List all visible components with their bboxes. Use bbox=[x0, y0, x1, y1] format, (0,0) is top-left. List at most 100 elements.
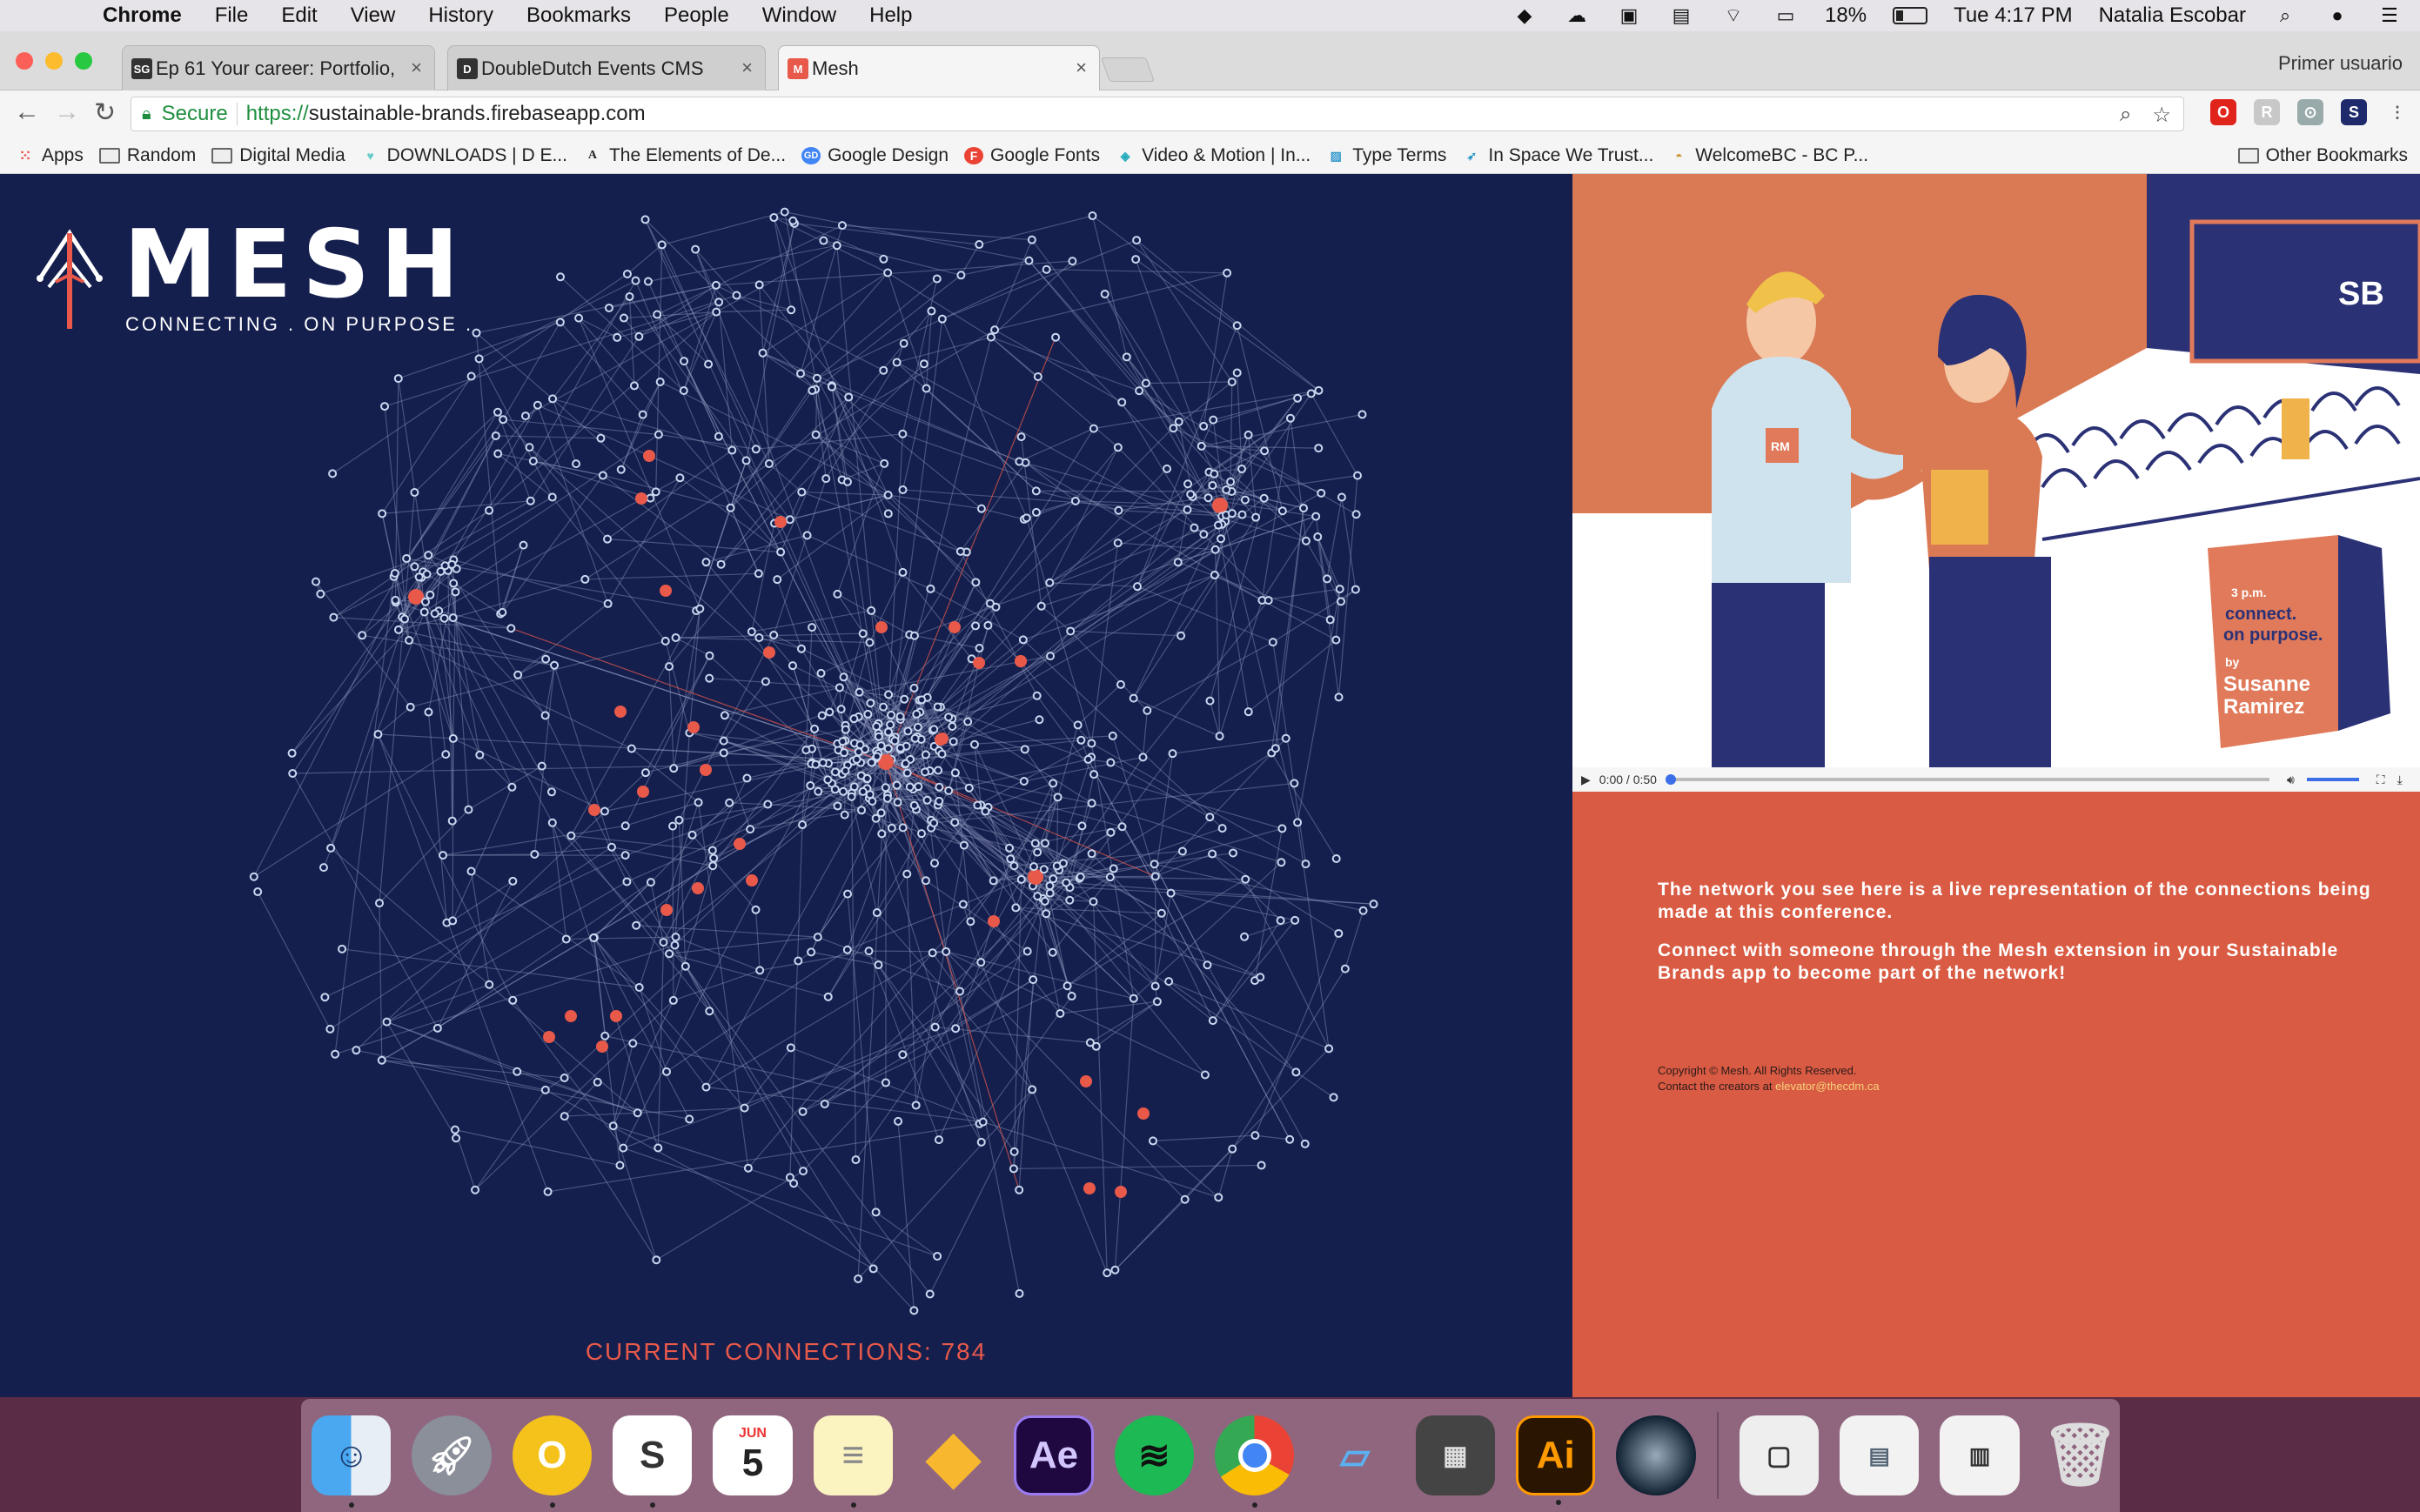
network-node[interactable] bbox=[1237, 510, 1247, 519]
network-node[interactable] bbox=[867, 605, 876, 615]
network-node[interactable] bbox=[1250, 1131, 1260, 1141]
network-node[interactable] bbox=[909, 800, 919, 810]
network-node[interactable] bbox=[922, 795, 932, 805]
network-node[interactable] bbox=[758, 348, 768, 358]
network-node[interactable] bbox=[329, 612, 339, 622]
network-node[interactable] bbox=[651, 487, 660, 497]
profile-name[interactable]: Primer usuario bbox=[2278, 52, 2403, 75]
network-node[interactable] bbox=[619, 313, 628, 323]
network-node[interactable] bbox=[1180, 1194, 1190, 1204]
network-node[interactable] bbox=[1076, 735, 1086, 745]
network-node[interactable] bbox=[1209, 415, 1218, 425]
network-node[interactable] bbox=[331, 1049, 340, 1059]
notes-icon[interactable]: ≡ bbox=[813, 1415, 893, 1508]
network-node[interactable] bbox=[971, 621, 981, 631]
network-node[interactable] bbox=[1110, 1265, 1120, 1274]
network-node[interactable] bbox=[441, 750, 451, 759]
network-node[interactable] bbox=[1152, 997, 1162, 1007]
network-node[interactable] bbox=[937, 314, 947, 324]
network-node[interactable] bbox=[1053, 793, 1063, 802]
sketch-icon[interactable]: ◆ bbox=[914, 1415, 993, 1495]
network-node[interactable] bbox=[929, 818, 939, 827]
network-node[interactable] bbox=[1015, 1185, 1024, 1194]
network-node[interactable] bbox=[872, 752, 882, 761]
network-node[interactable] bbox=[909, 631, 919, 640]
network-node[interactable] bbox=[842, 477, 852, 486]
network-node[interactable] bbox=[725, 798, 734, 807]
network-node[interactable] bbox=[1277, 824, 1287, 833]
network-node[interactable] bbox=[671, 933, 680, 942]
network-highlight-node[interactable] bbox=[660, 585, 672, 597]
network-node[interactable] bbox=[801, 746, 811, 755]
network-node[interactable] bbox=[430, 609, 439, 619]
network-node[interactable] bbox=[1149, 1136, 1158, 1146]
network-node[interactable] bbox=[1077, 821, 1087, 831]
network-node[interactable] bbox=[754, 569, 763, 579]
network-highlight-node[interactable] bbox=[687, 721, 700, 733]
network-node[interactable] bbox=[876, 808, 886, 818]
network-node[interactable] bbox=[914, 782, 923, 792]
network-node[interactable] bbox=[761, 677, 770, 686]
network-node[interactable] bbox=[892, 358, 902, 367]
network-node[interactable] bbox=[858, 629, 868, 639]
network-node[interactable] bbox=[1066, 626, 1076, 636]
network-node[interactable] bbox=[892, 780, 902, 790]
network-node[interactable] bbox=[634, 331, 644, 341]
spotlight-search-icon[interactable]: ⌕ bbox=[2272, 4, 2298, 27]
network-node[interactable] bbox=[629, 381, 639, 391]
network-node[interactable] bbox=[872, 721, 882, 731]
network-node[interactable] bbox=[622, 877, 632, 886]
network-node[interactable] bbox=[633, 1108, 642, 1118]
network-node[interactable] bbox=[1031, 486, 1041, 496]
network-highlight-node[interactable] bbox=[763, 646, 775, 659]
network-node[interactable] bbox=[393, 625, 403, 634]
network-node[interactable] bbox=[598, 471, 607, 480]
network-node[interactable] bbox=[556, 272, 566, 282]
network-node[interactable] bbox=[1024, 256, 1034, 265]
network-node[interactable] bbox=[898, 485, 908, 494]
network-node[interactable] bbox=[929, 725, 939, 734]
network-node[interactable] bbox=[646, 878, 655, 887]
menu-app-name[interactable]: Chrome bbox=[103, 3, 182, 28]
network-highlight-node[interactable] bbox=[692, 882, 704, 894]
network-node[interactable] bbox=[1183, 479, 1193, 489]
network-node[interactable] bbox=[1335, 585, 1344, 594]
network-node[interactable] bbox=[1232, 321, 1242, 331]
network-node[interactable] bbox=[439, 613, 449, 623]
network-node[interactable] bbox=[1331, 635, 1341, 645]
network-node[interactable] bbox=[1329, 1093, 1338, 1102]
network-highlight-node[interactable] bbox=[614, 706, 627, 718]
network-highlight-node[interactable] bbox=[1015, 655, 1027, 667]
network-node[interactable] bbox=[769, 213, 779, 223]
network-node[interactable] bbox=[654, 1143, 663, 1153]
network-node[interactable] bbox=[1276, 916, 1285, 926]
network-node[interactable] bbox=[1169, 424, 1178, 433]
network-node[interactable] bbox=[526, 496, 535, 505]
network-node[interactable] bbox=[754, 633, 764, 643]
network-node[interactable] bbox=[910, 733, 920, 743]
network-node[interactable] bbox=[1256, 973, 1265, 982]
bookmark-video-motion[interactable]: ◈ Video & Motion | In... bbox=[1116, 145, 1311, 166]
network-node[interactable] bbox=[919, 359, 928, 369]
network-node[interactable] bbox=[1300, 1139, 1310, 1148]
network-node[interactable] bbox=[589, 933, 599, 942]
network-node[interactable] bbox=[320, 993, 330, 1002]
volume-icon[interactable]: 🔊︎ bbox=[2287, 773, 2295, 787]
network-node[interactable] bbox=[1016, 432, 1026, 442]
network-node[interactable] bbox=[857, 806, 867, 815]
network-node[interactable] bbox=[1087, 799, 1096, 808]
network-node[interactable] bbox=[981, 806, 990, 816]
network-node[interactable] bbox=[1325, 615, 1335, 625]
network-node[interactable] bbox=[600, 806, 609, 816]
menu-people[interactable]: People bbox=[664, 3, 729, 28]
network-node[interactable] bbox=[491, 431, 500, 440]
network-node[interactable] bbox=[839, 672, 848, 682]
user-name[interactable]: Natalia Escobar bbox=[2099, 3, 2246, 28]
network-node[interactable] bbox=[1270, 744, 1280, 753]
network-node[interactable] bbox=[1073, 720, 1083, 730]
network-node[interactable] bbox=[950, 818, 960, 827]
network-node[interactable] bbox=[976, 958, 986, 967]
network-node[interactable] bbox=[1114, 505, 1123, 515]
network-node[interactable] bbox=[424, 707, 433, 717]
network-node[interactable] bbox=[727, 445, 737, 455]
